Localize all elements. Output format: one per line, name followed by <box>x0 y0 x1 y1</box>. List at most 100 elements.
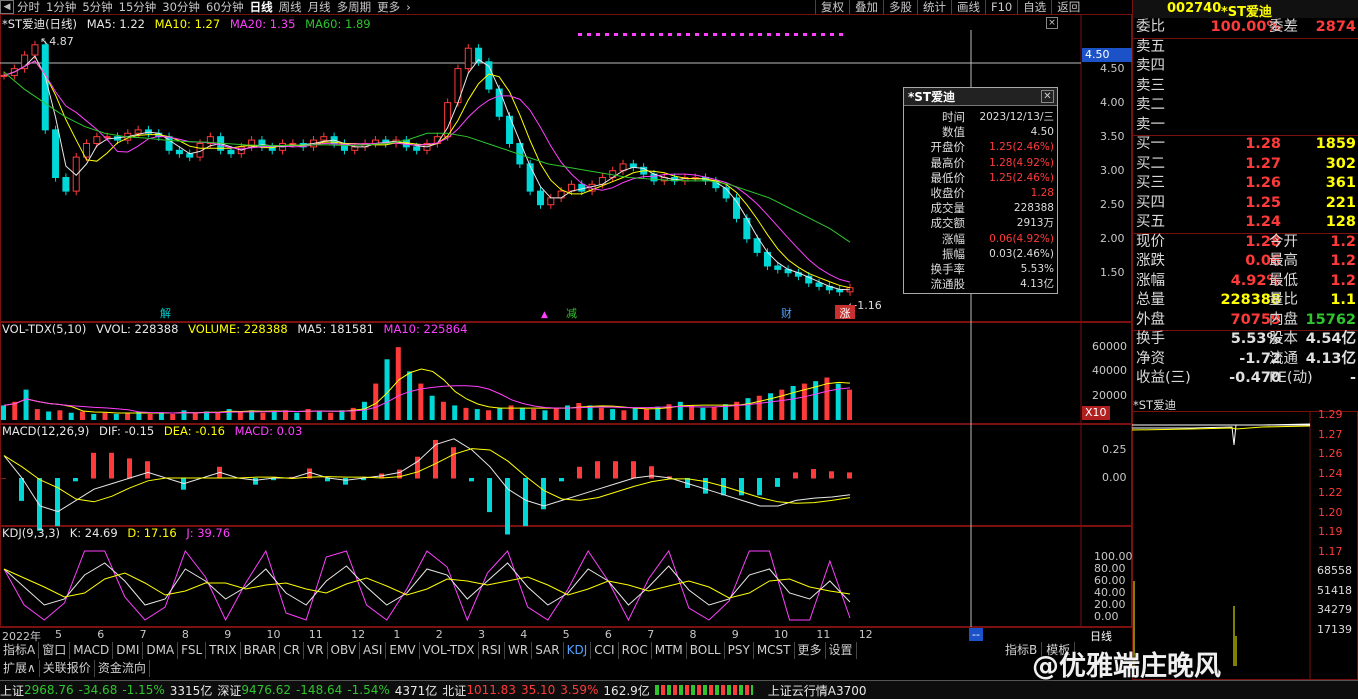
macd-title: MACD(12,26,9) <box>2 424 90 438</box>
tooltip-row: 最高价 1.28(4.92%) <box>904 156 1057 171</box>
month-label-7: 12 <box>351 628 366 641</box>
event-jie[interactable]: 解 <box>160 305 173 320</box>
volume-bar <box>215 412 221 420</box>
tooltip-value: 0.03(2.46%) <box>989 247 1054 260</box>
macd-histogram-bar <box>595 461 600 479</box>
tooltip-value: 5.53% <box>1020 262 1054 275</box>
month-label-0: 5 <box>55 628 62 641</box>
tool-5[interactable]: F10 <box>985 0 1017 14</box>
period-3[interactable]: 15分钟 <box>119 0 157 14</box>
event-dot <box>605 33 609 36</box>
tooltip-row: 最低价 1.25(2.46%) <box>904 171 1057 186</box>
tab-10[interactable]: OBV <box>328 642 361 659</box>
tab-11[interactable]: ASI <box>360 642 387 659</box>
stat2-row-1: 净资 -1.72 流通 4.13亿 <box>1133 350 1358 370</box>
tab-25[interactable]: 设置 <box>826 642 857 659</box>
event-dot <box>704 33 708 36</box>
tooltip-key: 换手率 <box>930 261 966 276</box>
macd-histogram-bar <box>451 447 456 479</box>
news-ticker[interactable]: 上证云行情A3700 <box>768 682 867 699</box>
tool-1[interactable]: 叠加 <box>849 0 883 14</box>
sh-amount: 3315亿 <box>169 683 213 698</box>
period-5[interactable]: 60分钟 <box>206 0 244 14</box>
tab-9[interactable]: VR <box>304 642 328 659</box>
tab-17[interactable]: KDJ <box>564 642 592 659</box>
buy-row-3-key: 买四 <box>1136 194 1165 211</box>
tab-0[interactable]: 指标A <box>0 642 40 659</box>
close-main-icon[interactable]: × <box>1046 17 1058 29</box>
period-1[interactable]: 1分钟 <box>46 0 76 14</box>
stat2-row-2: 收益(三) -0.470 PE(动) - <box>1133 369 1358 389</box>
ma20-line <box>3 60 851 283</box>
tab-14[interactable]: RSI <box>479 642 506 659</box>
ma20-label: MA20: 1.35 <box>229 17 296 31</box>
volume-bar <box>316 411 322 420</box>
volume-bar <box>407 371 413 420</box>
ext-tab-1[interactable]: 关联报价 <box>40 660 95 677</box>
period-7[interactable]: 周线 <box>279 0 302 14</box>
tool-0[interactable]: 复权 <box>815 0 849 14</box>
period-4[interactable]: 30分钟 <box>162 0 200 14</box>
event-cai[interactable]: 财 <box>781 305 794 320</box>
period-6[interactable]: 日线 <box>250 0 273 14</box>
tab-3[interactable]: DMI <box>113 642 144 659</box>
tab-7[interactable]: BRAR <box>241 642 281 659</box>
event-dot <box>776 33 780 36</box>
tab-21[interactable]: BOLL <box>687 642 725 659</box>
period-9[interactable]: 多周期 <box>337 0 372 14</box>
tab-6[interactable]: TRIX <box>206 642 241 659</box>
tool-7[interactable]: 返回 <box>1051 0 1085 14</box>
volume-bar <box>632 407 638 420</box>
period-8[interactable]: 月线 <box>308 0 331 14</box>
ext-tab-0[interactable]: 扩展∧ <box>0 660 40 677</box>
event-arrow-icon[interactable]: ▲ <box>541 311 551 320</box>
event-zhang[interactable]: 涨 <box>835 305 855 320</box>
tab-18[interactable]: CCI <box>591 642 619 659</box>
tab-12[interactable]: EMV <box>386 642 420 659</box>
tool-6[interactable]: 自选 <box>1017 0 1051 14</box>
tab-23[interactable]: MCST <box>754 642 795 659</box>
tab-13[interactable]: VOL-TDX <box>420 642 479 659</box>
tab-5[interactable]: FSL <box>178 642 207 659</box>
more-chevron-icon[interactable]: › <box>406 0 411 14</box>
sz-amount: 4371亿 <box>394 683 438 698</box>
tab-20[interactable]: MTM <box>652 642 687 659</box>
buy-row-4-key: 买五 <box>1136 214 1165 230</box>
bz-pct: 3.59% <box>560 683 599 697</box>
tool-3[interactable]: 统计 <box>917 0 951 14</box>
tab-22[interactable]: PSY <box>725 642 754 659</box>
event-dot <box>677 33 681 36</box>
buy-row-4-value: 1.24 <box>1245 214 1281 230</box>
vol-title: VOL-TDX(5,10) <box>2 322 87 336</box>
tab-8[interactable]: CR <box>280 642 304 659</box>
back-nav-icon[interactable]: ◀ <box>0 0 14 14</box>
tool-4[interactable]: 画线 <box>951 0 985 14</box>
tool-2[interactable]: 多股 <box>883 0 917 14</box>
ext-tab-2[interactable]: 资金流向 <box>95 660 150 677</box>
macd-label-0: 0.25 <box>1102 443 1127 456</box>
macd-histogram-bar <box>577 466 582 479</box>
tab-1[interactable]: 窗口 <box>39 642 71 659</box>
month-label-9: 2 <box>435 628 443 641</box>
stat-row-0-key: 现价 <box>1136 233 1165 250</box>
tab-15[interactable]: WR <box>505 642 533 659</box>
tab-4[interactable]: DMA <box>143 642 179 659</box>
tooltip-key: 成交量 <box>930 201 966 216</box>
candle-body <box>227 149 235 155</box>
vol-legend: VOL-TDX(5,10) VVOL: 228388 VOLUME: 22838… <box>2 322 473 336</box>
volume-bar <box>68 412 74 420</box>
buy-row-1-value: 1.27 <box>1245 155 1281 172</box>
event-jian[interactable]: 减 <box>566 305 579 320</box>
tab-2[interactable]: MACD <box>70 642 114 659</box>
candle-body <box>464 47 472 70</box>
period-10[interactable]: 更多 <box>377 0 400 14</box>
tab-24[interactable]: 更多 <box>795 642 826 659</box>
period-2[interactable]: 5分钟 <box>82 0 112 14</box>
macd-histogram-bar <box>847 472 852 479</box>
period-0[interactable]: 分时 <box>17 0 40 14</box>
sell-row-0: 卖五 <box>1133 38 1358 58</box>
tooltip-close-icon[interactable]: ✕ <box>1041 90 1054 103</box>
tab-16[interactable]: SAR <box>532 642 564 659</box>
tab-19[interactable]: ROC <box>619 642 652 659</box>
macd-histogram-bar <box>433 439 438 479</box>
